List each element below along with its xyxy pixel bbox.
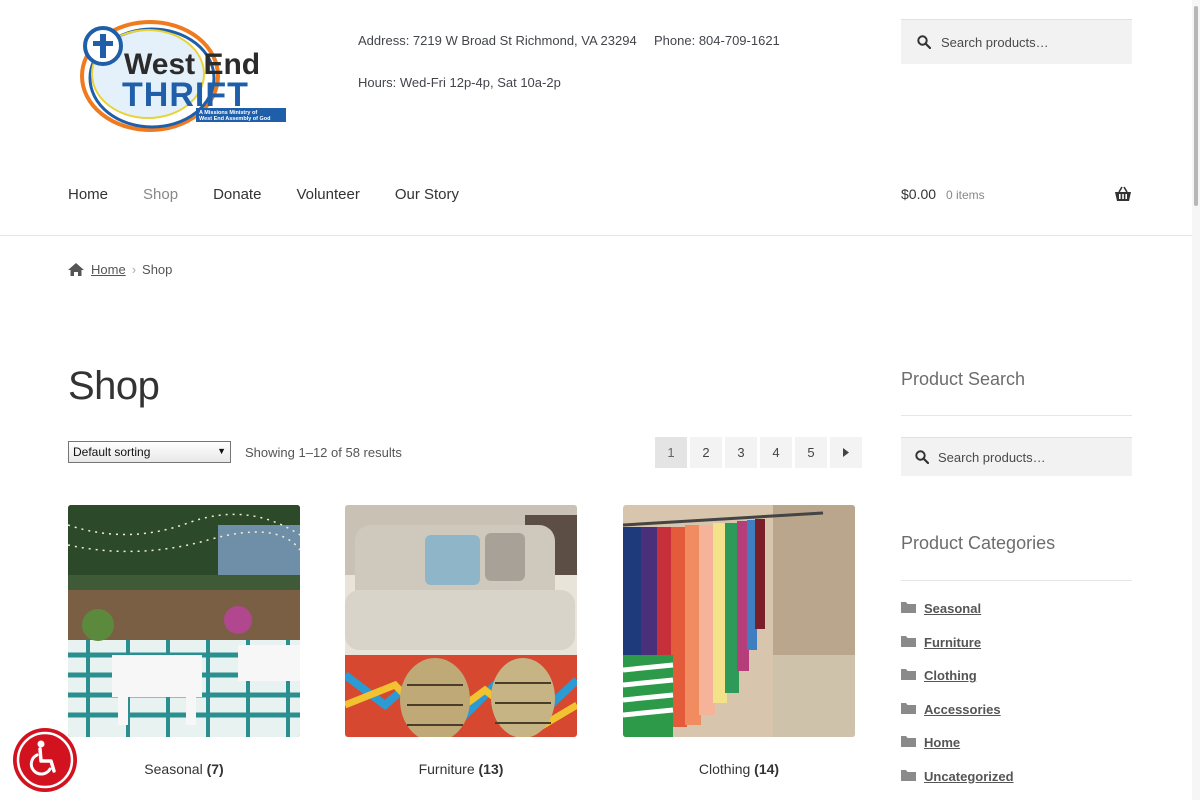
header-divider	[0, 235, 1192, 236]
folder-icon	[901, 769, 916, 781]
scrollbar-thumb[interactable]	[1194, 6, 1198, 206]
result-count: Showing 1–12 of 58 results	[245, 445, 402, 460]
cart-count: 0 items	[946, 188, 985, 202]
widget-divider	[901, 580, 1132, 581]
product-category-card[interactable]: Clothing (14)	[623, 505, 855, 777]
clothing-category-image[interactable]	[623, 505, 855, 737]
cart-total: $0.00	[901, 186, 936, 202]
category-name: Seasonal	[144, 761, 202, 777]
page-number-link[interactable]: 4	[760, 437, 792, 468]
folder-icon	[901, 735, 916, 747]
hours-text: Hours: Wed-Fri 12p-4p, Sat 10a-2p	[358, 75, 561, 90]
search-icon	[917, 35, 931, 49]
page-scrollbar[interactable]	[1192, 0, 1200, 800]
product-category-card[interactable]: Furniture (13)	[345, 505, 577, 777]
category-list-item: Clothing	[901, 668, 1014, 702]
widget-divider	[901, 415, 1132, 416]
folder-icon	[901, 702, 916, 714]
category-count: (13)	[479, 761, 504, 777]
primary-navigation: Home Shop Donate Volunteer Our Story	[68, 186, 494, 203]
home-icon	[68, 263, 84, 276]
category-link-accessories[interactable]: Accessories	[924, 702, 1001, 717]
category-link-uncategorized[interactable]: Uncategorized	[924, 769, 1014, 784]
product-category-title[interactable]: Furniture (13)	[345, 761, 577, 777]
search-icon	[915, 450, 929, 464]
category-name: Clothing	[699, 761, 750, 777]
category-link-furniture[interactable]: Furniture	[924, 635, 981, 650]
logo-tagline2: West End Assembly of God	[199, 116, 271, 122]
category-list: Seasonal Furniture Clothing Accessories …	[901, 601, 1014, 802]
category-list-item: Accessories	[901, 702, 1014, 736]
category-count: (14)	[754, 761, 779, 777]
nav-volunteer[interactable]: Volunteer	[296, 186, 359, 203]
category-count: (7)	[207, 761, 224, 777]
phone-text: Phone: 804-709-1621	[654, 33, 780, 48]
sorting-selected-value: Default sorting	[73, 445, 150, 459]
breadcrumb-current: Shop	[142, 262, 172, 277]
page-number-current: 1	[655, 437, 687, 468]
sidebar-search-input[interactable]: Search products…	[901, 437, 1132, 476]
address-text: Address: 7219 W Broad St Richmond, VA 23…	[358, 33, 637, 48]
site-logo[interactable]: West End THRIFT A Missions Ministry of W…	[78, 18, 290, 138]
nav-our-story[interactable]: Our Story	[395, 186, 459, 203]
caret-right-icon	[843, 448, 849, 457]
category-list-item: Uncategorized	[901, 769, 1014, 802]
product-category-title[interactable]: Clothing (14)	[623, 761, 855, 777]
category-list-item: Furniture	[901, 635, 1014, 669]
nav-shop[interactable]: Shop	[143, 186, 178, 203]
wheelchair-icon	[12, 727, 78, 793]
folder-icon	[901, 635, 916, 647]
basket-icon	[1114, 186, 1132, 202]
header-search-placeholder: Search products…	[941, 35, 1049, 50]
header-cart[interactable]: $0.00 0 items	[901, 186, 1132, 206]
next-page-button[interactable]	[830, 437, 862, 468]
page-number-link[interactable]: 3	[725, 437, 757, 468]
product-category-card[interactable]: Seasonal (7)	[68, 505, 300, 777]
nav-donate[interactable]: Donate	[213, 186, 261, 203]
product-search-widget-title: Product Search	[901, 369, 1025, 390]
folder-icon	[901, 668, 916, 680]
accessibility-button[interactable]	[12, 727, 78, 793]
page-title: Shop	[68, 364, 159, 409]
category-list-item: Seasonal	[901, 601, 1014, 635]
sorting-select[interactable]: Default sorting ▼	[68, 441, 231, 463]
furniture-category-image[interactable]	[345, 505, 577, 737]
dropdown-arrow-icon: ▼	[217, 446, 226, 456]
sidebar-search-placeholder: Search products…	[938, 450, 1046, 465]
breadcrumb: Home › Shop	[68, 262, 172, 277]
pagination: 1 2 3 4 5	[655, 437, 862, 468]
breadcrumb-separator-icon: ›	[132, 262, 136, 277]
nav-home[interactable]: Home	[68, 186, 108, 203]
product-categories-widget-title: Product Categories	[901, 533, 1055, 554]
category-name: Furniture	[419, 761, 475, 777]
breadcrumb-home-link[interactable]: Home	[91, 262, 126, 277]
category-link-clothing[interactable]: Clothing	[924, 668, 977, 683]
category-list-item: Home	[901, 735, 1014, 769]
page-number-link[interactable]: 2	[690, 437, 722, 468]
folder-icon	[901, 601, 916, 613]
category-link-seasonal[interactable]: Seasonal	[924, 601, 981, 616]
header-search-input[interactable]: Search products…	[901, 19, 1132, 64]
seasonal-category-image[interactable]	[68, 505, 300, 737]
page-number-link[interactable]: 5	[795, 437, 827, 468]
category-link-home[interactable]: Home	[924, 735, 960, 750]
product-category-title[interactable]: Seasonal (7)	[68, 761, 300, 777]
